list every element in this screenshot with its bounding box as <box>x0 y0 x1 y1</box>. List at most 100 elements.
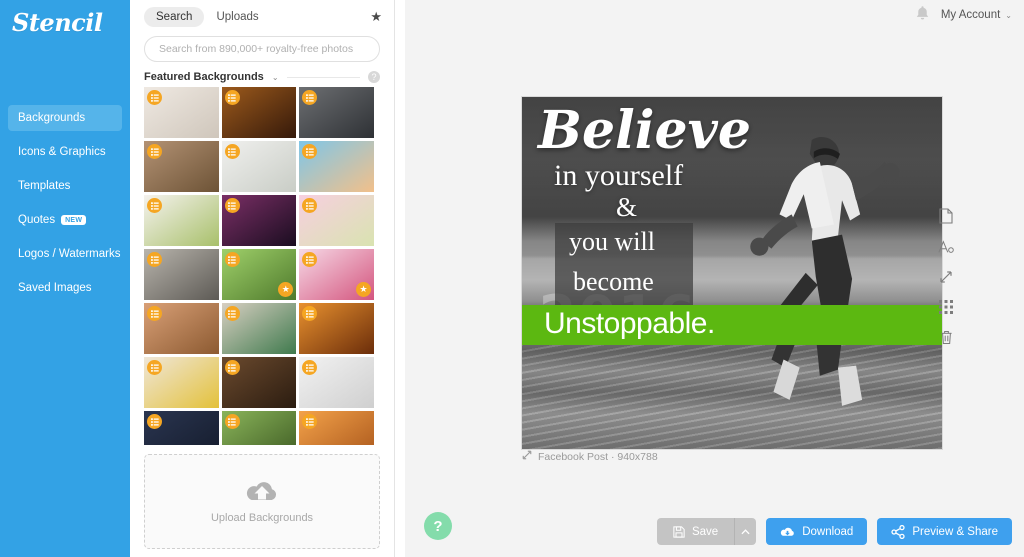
app-logo[interactable]: Stencil <box>0 0 130 37</box>
premium-star-icon[interactable]: ★ <box>278 282 294 297</box>
sidebar-item-logos-watermarks[interactable]: Logos / Watermarks <box>8 241 122 267</box>
thumbnail-item[interactable] <box>221 87 297 138</box>
list-icon[interactable] <box>147 144 162 159</box>
sidebar-item-icons-graphics[interactable]: Icons & Graphics <box>8 139 122 165</box>
thumbnail-item[interactable]: ★ <box>299 249 374 300</box>
upload-backgrounds-dropzone[interactable]: Upload Backgrounds <box>144 454 380 549</box>
list-icon[interactable] <box>147 252 162 267</box>
list-icon[interactable] <box>224 252 240 267</box>
sidebar-nav: Backgrounds Icons & Graphics Templates Quot… <box>0 105 130 301</box>
list-icon[interactable] <box>147 360 162 375</box>
tab-uploads[interactable]: Uploads <box>204 7 270 27</box>
list-icon[interactable] <box>302 90 318 105</box>
save-button[interactable]: Save <box>656 518 735 545</box>
list-icon[interactable] <box>224 144 240 159</box>
preview-share-button[interactable]: Preview & Share <box>877 518 1012 545</box>
download-button[interactable]: Download <box>766 518 868 545</box>
save-button-group: Save <box>656 518 757 545</box>
thumbnail-item[interactable] <box>299 357 374 408</box>
text-icon[interactable] <box>938 240 954 254</box>
thumbnail-item[interactable] <box>299 141 374 192</box>
sidebar-item-templates[interactable]: Templates <box>8 173 122 199</box>
bell-icon[interactable] <box>916 6 929 24</box>
list-icon[interactable] <box>302 414 318 429</box>
quote-line-1[interactable]: Believe <box>538 105 751 157</box>
grid-icon[interactable] <box>939 300 953 314</box>
share-icon <box>891 524 905 539</box>
thumbnail-item[interactable] <box>299 195 374 246</box>
thumbnail-item[interactable] <box>221 411 297 445</box>
list-icon[interactable] <box>224 414 240 429</box>
list-icon[interactable] <box>147 414 162 429</box>
list-icon[interactable] <box>147 306 162 321</box>
list-icon[interactable] <box>147 90 162 105</box>
thumbnail-item[interactable] <box>144 411 219 445</box>
sidebar-item-label: Icons & Graphics <box>18 146 106 158</box>
sidebar-item-quotes[interactable]: Quotes NEW <box>8 207 122 233</box>
left-sidebar: Stencil Backgrounds Icons & Graphics Templ… <box>0 0 130 557</box>
list-icon[interactable] <box>302 144 318 159</box>
resize-diagonal-icon[interactable] <box>522 450 532 463</box>
design-canvas[interactable]: 2016 <box>522 97 942 449</box>
list-icon[interactable] <box>302 198 318 213</box>
quote-line-5[interactable]: become <box>573 267 654 297</box>
sidebar-item-label: Backgrounds <box>18 112 86 124</box>
cloud-upload-icon <box>245 479 279 508</box>
list-icon[interactable] <box>302 360 318 375</box>
quote-line-3[interactable]: & <box>616 192 637 223</box>
thumbnail-item[interactable] <box>221 357 297 408</box>
thumbnail-item[interactable] <box>221 303 297 354</box>
sidebar-item-backgrounds[interactable]: Backgrounds <box>8 105 122 131</box>
chevron-down-icon: ⌄ <box>1005 10 1012 20</box>
help-button[interactable]: ? <box>424 512 452 540</box>
quote-line-4[interactable]: you will <box>569 227 655 257</box>
quote-line-2[interactable]: in yourself <box>554 159 683 193</box>
backgrounds-panel: Search Uploads ★ Featured Backgrounds ⌄ … <box>130 0 395 557</box>
floppy-icon <box>673 525 685 538</box>
premium-star-icon[interactable]: ★ <box>355 282 371 297</box>
list-icon[interactable] <box>224 360 240 375</box>
list-icon[interactable] <box>224 306 240 321</box>
thumbnail-scroll-area[interactable]: ★ ★ <box>144 87 380 445</box>
stencil-app: Stencil Backgrounds Icons & Graphics Templ… <box>0 0 1024 557</box>
favorites-star-icon[interactable]: ★ <box>370 9 382 25</box>
featured-section-header: Featured Backgrounds ⌄ ? <box>130 62 394 87</box>
thumbnail-item[interactable] <box>144 249 219 300</box>
thumbnail-item[interactable] <box>144 87 219 138</box>
quote-line-6[interactable]: Unstoppable. <box>544 307 715 341</box>
tab-search[interactable]: Search <box>144 6 205 27</box>
list-icon[interactable] <box>224 90 240 105</box>
resize-icon[interactable] <box>939 270 953 284</box>
page-icon[interactable] <box>939 208 953 224</box>
thumbnail-item[interactable] <box>299 411 374 445</box>
trash-icon[interactable] <box>940 330 953 345</box>
list-icon[interactable] <box>224 198 240 213</box>
canvas-size-caption[interactable]: Facebook Post · 940x788 <box>522 450 658 463</box>
account-menu[interactable]: My Account ⌄ <box>941 9 1012 21</box>
thumbnail-item[interactable] <box>144 141 219 192</box>
runner-figure <box>715 118 917 428</box>
cloud-download-icon <box>780 526 795 538</box>
list-icon[interactable] <box>302 252 318 267</box>
thumbnail-item[interactable] <box>299 303 374 354</box>
thumbnail-item[interactable] <box>299 87 374 138</box>
sidebar-item-saved-images[interactable]: Saved Images <box>8 275 122 301</box>
canvas-wrapper[interactable]: 2016 <box>522 97 942 449</box>
thumbnail-item[interactable] <box>144 357 219 408</box>
thumbnail-item[interactable] <box>144 195 219 246</box>
chevron-down-icon[interactable]: ⌄ <box>272 73 279 82</box>
download-button-label: Download <box>802 525 854 538</box>
thumbnail-item[interactable] <box>221 195 297 246</box>
save-dropdown-button[interactable] <box>734 518 757 545</box>
thumbnail-item[interactable]: ★ <box>221 249 297 300</box>
thumbnail-item[interactable] <box>144 303 219 354</box>
search-input[interactable] <box>144 36 380 62</box>
list-icon[interactable] <box>302 306 318 321</box>
thumbnail-item[interactable] <box>221 141 297 192</box>
sidebar-item-label: Templates <box>18 180 71 192</box>
canvas-caption-text: Facebook Post · 940x788 <box>538 450 658 463</box>
list-icon[interactable] <box>147 198 162 213</box>
save-button-label: Save <box>691 525 719 538</box>
question-circle-icon[interactable]: ? <box>368 71 380 83</box>
top-bar: My Account ⌄ <box>916 0 1024 30</box>
